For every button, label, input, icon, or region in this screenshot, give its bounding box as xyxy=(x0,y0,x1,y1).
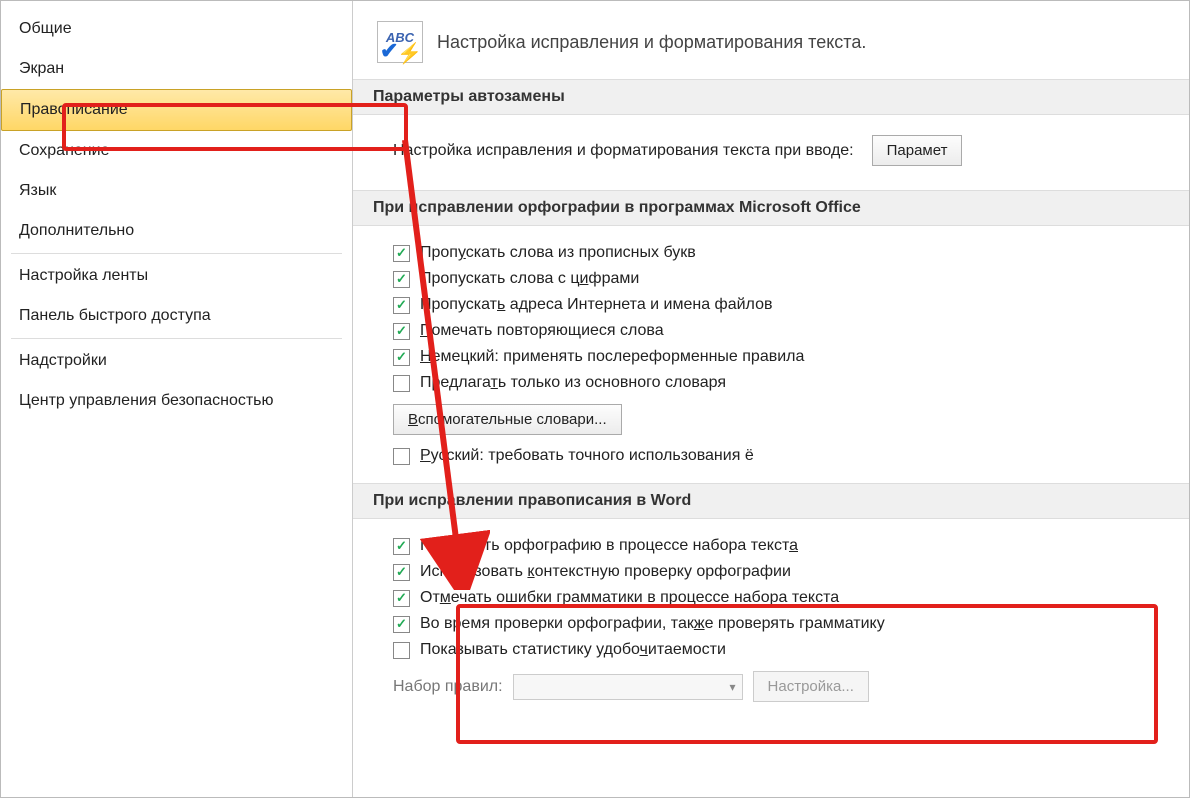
section-office-header: При исправлении орфографии в программах … xyxy=(353,190,1189,226)
sidebar: Общие Экран Правописание Сохранение Язык… xyxy=(1,1,353,797)
section-word-body: Проверять орфографию в процессе набора т… xyxy=(353,519,1189,716)
checkbox-uppercase[interactable]: Пропускать слова из прописных букв xyxy=(393,240,1169,266)
checkbox-label: Пропускать адреса Интернета и имена файл… xyxy=(420,296,772,314)
sidebar-item-save[interactable]: Сохранение xyxy=(1,131,352,171)
checkbox-icon[interactable] xyxy=(393,349,410,366)
checkbox-icon[interactable] xyxy=(393,297,410,314)
sidebar-item-trust-center[interactable]: Центр управления безопасностью xyxy=(1,381,352,421)
checkbox-internet[interactable]: Пропускать адреса Интернета и имена файл… xyxy=(393,292,1169,318)
section-autocorrect-header: Параметры автозамены xyxy=(353,79,1189,115)
checkbox-icon[interactable] xyxy=(393,323,410,340)
checkbox-numbers[interactable]: Пропускать слова с цифрами xyxy=(393,266,1169,292)
checkbox-contextual[interactable]: Использовать контекстную проверку орфогр… xyxy=(393,559,1169,585)
sidebar-item-general[interactable]: Общие xyxy=(1,9,352,49)
sidebar-item-quick-access[interactable]: Панель быстрого доступа xyxy=(1,296,352,336)
checkbox-readability[interactable]: Показывать статистику удобочитаемости xyxy=(393,637,1169,663)
sidebar-item-display[interactable]: Экран xyxy=(1,49,352,89)
ruleset-settings-button: Настройка... xyxy=(753,671,869,702)
content-pane: ABC ✔ ⚡ Настройка исправления и форматир… xyxy=(353,1,1189,797)
checkbox-grammar-with-spelling[interactable]: Во время проверки орфографии, также пров… xyxy=(393,611,1169,637)
ruleset-row: Набор правил: ▾ Настройка... xyxy=(393,663,1169,702)
checkbox-label: Показывать статистику удобочитаемости xyxy=(420,641,726,659)
checkbox-label: Использовать контекстную проверку орфогр… xyxy=(420,563,791,581)
checkbox-icon[interactable] xyxy=(393,271,410,288)
checkbox-icon[interactable] xyxy=(393,448,410,465)
checkbox-check-spelling[interactable]: Проверять орфографию в процессе набора т… xyxy=(393,533,1169,559)
sidebar-separator xyxy=(11,338,342,339)
checkbox-label: Пропускать слова из прописных букв xyxy=(420,244,696,262)
checkbox-icon[interactable] xyxy=(393,245,410,262)
custom-dictionaries-button[interactable]: Вспомогательные словари... xyxy=(393,404,622,435)
sidebar-item-language[interactable]: Язык xyxy=(1,171,352,211)
ruleset-select[interactable]: ▾ xyxy=(513,674,743,700)
checkbox-repeated[interactable]: Помечать повторяющиеся слова xyxy=(393,318,1169,344)
page-title: Настройка исправления и форматирования т… xyxy=(437,32,866,53)
checkbox-icon[interactable] xyxy=(393,642,410,659)
checkbox-icon[interactable] xyxy=(393,375,410,392)
checkbox-label: Проверять орфографию в процессе набора т… xyxy=(420,537,798,555)
checkbox-icon[interactable] xyxy=(393,616,410,633)
checkbox-label: Немецкий: применять послереформенные пра… xyxy=(420,348,804,366)
checkbox-german[interactable]: Немецкий: применять послереформенные пра… xyxy=(393,344,1169,370)
autocorrect-options-button[interactable]: Парамет xyxy=(872,135,963,166)
checkbox-icon[interactable] xyxy=(393,590,410,607)
checkbox-label: Пропускать слова с цифрами xyxy=(420,270,639,288)
section-word-header: При исправлении правописания в Word xyxy=(353,483,1189,519)
sidebar-separator xyxy=(11,253,342,254)
sidebar-item-addins[interactable]: Надстройки xyxy=(1,341,352,381)
section-autocorrect-body: Настройка исправления и форматирования т… xyxy=(353,115,1189,190)
checkbox-main-dict[interactable]: Предлагать только из основного словаря xyxy=(393,370,1169,396)
spellcheck-icon: ABC ✔ ⚡ xyxy=(377,21,423,63)
checkbox-label: Отмечать ошибки грамматики в процессе на… xyxy=(420,589,839,607)
sidebar-item-customize-ribbon[interactable]: Настройка ленты xyxy=(1,256,352,296)
checkbox-label: Помечать повторяющиеся слова xyxy=(420,322,664,340)
checkbox-icon[interactable] xyxy=(393,538,410,555)
checkbox-label: Во время проверки орфографии, также пров… xyxy=(420,615,885,633)
checkbox-russian-yo[interactable]: Русский: требовать точного использования… xyxy=(393,443,1169,469)
section-office-body: Пропускать слова из прописных букв Пропу… xyxy=(353,226,1189,483)
checkbox-label: Предлагать только из основного словаря xyxy=(420,374,726,392)
checkbox-label: Русский: требовать точного использования… xyxy=(420,447,754,465)
checkbox-grammar[interactable]: Отмечать ошибки грамматики в процессе на… xyxy=(393,585,1169,611)
checkbox-icon[interactable] xyxy=(393,564,410,581)
sidebar-item-proofing[interactable]: Правописание xyxy=(1,89,352,131)
sidebar-item-advanced[interactable]: Дополнительно xyxy=(1,211,352,251)
ruleset-label: Набор правил: xyxy=(393,678,503,696)
options-dialog: Общие Экран Правописание Сохранение Язык… xyxy=(0,0,1190,798)
autocorrect-desc: Настройка исправления и форматирования т… xyxy=(393,142,854,160)
page-header: ABC ✔ ⚡ Настройка исправления и форматир… xyxy=(353,15,1189,79)
chevron-down-icon: ▾ xyxy=(730,680,736,694)
